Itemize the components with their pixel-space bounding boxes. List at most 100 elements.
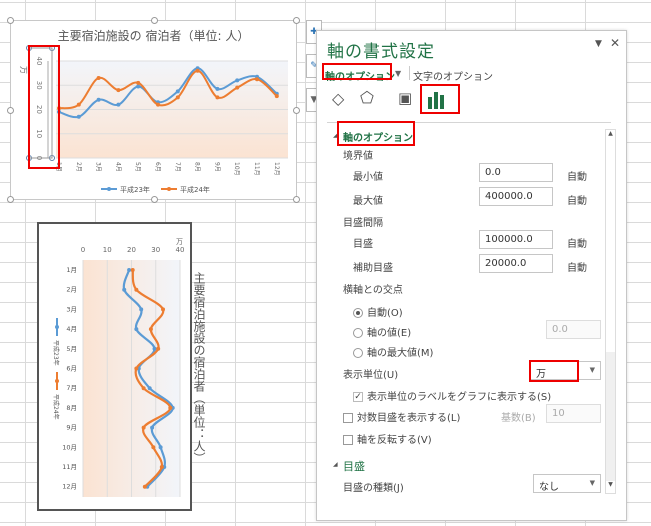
resize-handle[interactable]	[7, 17, 14, 24]
highlight-axis-options-icon	[420, 84, 460, 114]
cross-label: 横軸との交点	[343, 285, 403, 296]
y-tick-label: 7月	[66, 384, 77, 392]
data-point	[159, 465, 164, 469]
min-input[interactable]: 0.0	[479, 163, 553, 182]
show-unit-label-checkbox[interactable]: ✓ 表示単位のラベルをグラフに表示する(S)	[353, 388, 551, 403]
highlight-display-units	[529, 360, 579, 382]
units-label: 目盛間隔	[343, 218, 383, 229]
radio-cross-auto[interactable]: 自動(O)	[353, 304, 403, 319]
data-point	[161, 307, 166, 312]
base-input[interactable]: 10	[546, 404, 601, 423]
data-point	[139, 307, 144, 312]
data-point	[141, 386, 146, 391]
x-tick-label: 11月	[253, 162, 260, 176]
minor-input[interactable]: 20000.0	[479, 254, 553, 273]
data-point	[156, 102, 160, 107]
data-point	[122, 287, 127, 292]
section-ticks[interactable]: 目盛	[343, 458, 365, 474]
base-label: 基数(B)	[501, 413, 536, 424]
resize-handle[interactable]	[293, 196, 300, 203]
size-properties-icon[interactable]: ▣	[398, 89, 412, 107]
chart-rotated[interactable]: 0 10 20 30 40 万 1月 2月 3月 4月 5月 6月 7月 8月 9月 10月 11月 12月 平成2…	[37, 222, 206, 511]
scrollbar-thumb[interactable]	[606, 142, 615, 352]
log-scale-checkbox[interactable]: 対数目盛を表示する(L)	[343, 409, 460, 424]
data-point	[147, 386, 152, 391]
legend-label: 平成23年	[52, 340, 60, 366]
legend-marker	[55, 379, 59, 383]
max-input[interactable]: 400000.0	[479, 187, 553, 206]
y-tick-label: 3月	[66, 305, 77, 313]
pane-title: 軸の書式設定	[327, 42, 435, 62]
scrollbar[interactable]: ▲ ▼	[605, 129, 616, 494]
collapse-icon[interactable]: ◢	[333, 461, 338, 468]
data-point	[148, 327, 153, 332]
data-point	[134, 366, 139, 371]
effects-icon[interactable]: ⬠	[360, 88, 374, 107]
legend-marker	[167, 187, 171, 191]
data-point	[158, 445, 163, 450]
x-tick-label: 6月	[154, 162, 161, 172]
y-tick-label: 8月	[66, 404, 77, 412]
y-tick-label: 11月	[62, 463, 77, 471]
min-auto-button[interactable]: 自動	[567, 168, 587, 183]
tick-type-label: 目盛の種類(J)	[343, 483, 404, 494]
data-point	[215, 95, 220, 100]
bounds-label: 境界値	[343, 151, 373, 162]
x-tick-label: 12月	[273, 162, 280, 176]
data-point	[76, 114, 81, 119]
data-point	[136, 80, 141, 85]
chart-title-rotated: 主要宿泊施設の宿泊者（単位：人）	[192, 272, 206, 464]
min-label: 最小値	[353, 172, 383, 183]
data-point	[156, 346, 161, 351]
data-point	[130, 268, 135, 272]
y-tick-label: 4月	[66, 325, 77, 333]
y-tick-label: 10月	[62, 443, 77, 451]
legend-label: 平成24年	[52, 394, 60, 420]
highlight-section	[337, 121, 415, 146]
reverse-axis-checkbox[interactable]: 軸を反転する(V)	[343, 431, 432, 446]
data-point	[76, 102, 81, 107]
chart-plot-rotated: 0 10 20 30 40万 1月 2月 3月 4月 5月 6月 7月 8月 9月 10月 11月 12月 平成2…	[52, 238, 184, 497]
tab-text-options[interactable]: 文字のオプション	[413, 68, 493, 83]
data-point	[142, 484, 147, 489]
close-icon[interactable]: ✕	[610, 36, 620, 50]
resize-handle[interactable]	[7, 196, 14, 203]
cross-value-input[interactable]: 0.0	[546, 320, 601, 339]
x-tick-label: 7月	[174, 162, 181, 172]
x-tick-label: 8月	[194, 162, 201, 172]
data-point	[235, 78, 240, 83]
y-tick-label: 6月	[66, 365, 77, 373]
data-point	[151, 445, 156, 450]
resize-handle[interactable]	[151, 17, 158, 24]
y-tick-label: 5月	[66, 345, 77, 353]
radio-cross-max[interactable]: 軸の最大値(M)	[353, 344, 433, 359]
y-tick-label: 9月	[66, 424, 77, 432]
x-tick-label: 10	[103, 246, 112, 254]
resize-handle[interactable]	[151, 196, 158, 203]
data-point	[274, 94, 279, 99]
major-auto-button[interactable]: 自動	[567, 235, 587, 250]
data-point	[127, 268, 132, 272]
major-input[interactable]: 100000.0	[479, 230, 553, 249]
radio-cross-value[interactable]: 軸の値(E)	[353, 324, 411, 339]
resize-handle[interactable]	[7, 107, 14, 114]
data-point	[134, 327, 139, 332]
chevron-down-icon[interactable]: ▼	[395, 69, 401, 78]
legend-label: 平成24年	[180, 185, 210, 194]
display-unit-label: 万	[176, 238, 183, 246]
minor-label: 補助目盛	[353, 263, 393, 274]
data-point	[96, 97, 101, 102]
data-point	[116, 102, 121, 107]
resize-handle[interactable]	[293, 107, 300, 114]
legend-marker	[107, 187, 111, 191]
data-point	[152, 346, 157, 351]
pane-options-icon[interactable]: ▼	[595, 39, 602, 49]
tick-type-select[interactable]: なし ▼	[533, 474, 601, 493]
y-tick-label: 2月	[66, 286, 77, 294]
minor-auto-button[interactable]: 自動	[567, 259, 587, 274]
data-point	[116, 88, 121, 93]
max-auto-button[interactable]: 自動	[567, 192, 587, 207]
resize-handle[interactable]	[293, 17, 300, 24]
fill-line-icon[interactable]: ◇	[332, 89, 344, 108]
data-point	[235, 85, 240, 90]
